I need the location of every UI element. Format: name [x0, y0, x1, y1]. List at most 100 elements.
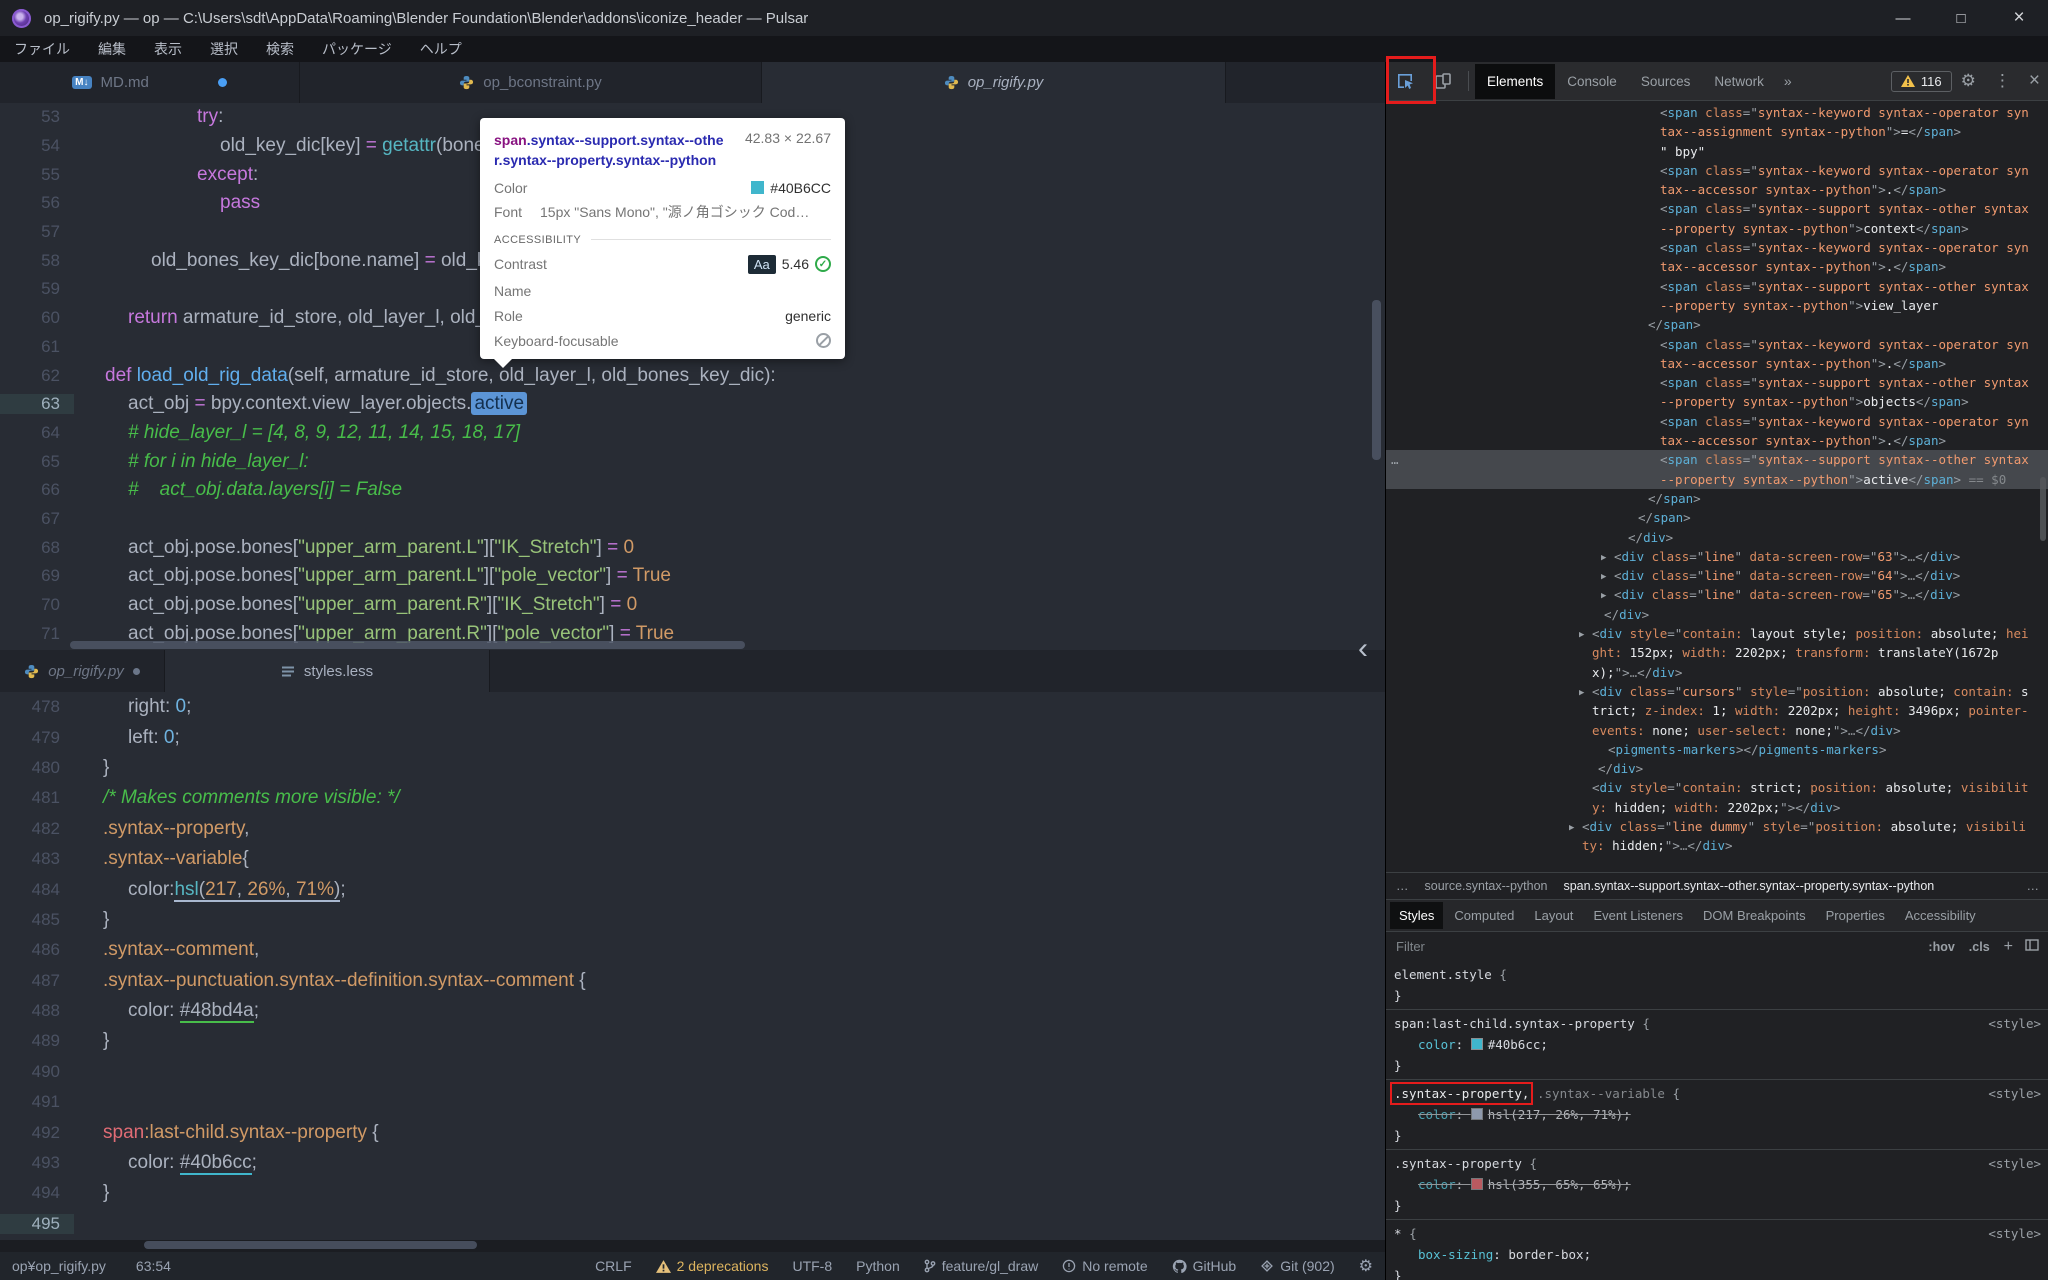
styles-tab-accessibility[interactable]: Accessibility [1896, 902, 1985, 929]
dom-tree-node[interactable]: </div> [1386, 528, 2048, 547]
code-line-63[interactable]: 63 act_obj = bpy.context.view_layer.objec… [0, 390, 1385, 419]
dom-tree-node[interactable]: … <span class="syntax--support syntax--ot… [1386, 450, 2048, 489]
tab-op_rigify.py[interactable]: op_rigify.py [0, 650, 165, 692]
devtools-kebab-menu-icon[interactable]: ⋮ [1985, 71, 2020, 91]
code-line-479[interactable]: 479 left: 0; [0, 722, 1385, 752]
styles-tab-computed[interactable]: Computed [1445, 902, 1523, 929]
code-line-489[interactable]: 489} [0, 1026, 1385, 1056]
css-property[interactable]: box-sizing: border-box; [1394, 1244, 2041, 1265]
issues-badge[interactable]: 116 [1890, 70, 1952, 92]
status-item-gear[interactable]: ⚙ [1359, 1256, 1373, 1276]
devtools-scrollbar[interactable] [2040, 477, 2046, 541]
devtools-settings-gear-icon[interactable]: ⚙ [1952, 71, 1985, 91]
code-line-66[interactable]: 66 # act_obj.data.layers[i] = False [0, 476, 1385, 505]
dom-tree-node[interactable]: ▶ <div class="cursors" style="position: a… [1386, 682, 2048, 740]
more-tabs-chevron[interactable]: » [1784, 73, 1792, 89]
computed-sidebar-toggle-icon[interactable] [2025, 939, 2039, 954]
code-line-490[interactable]: 490 [0, 1057, 1385, 1087]
status-cursor-position[interactable]: 63:54 [136, 1258, 171, 1274]
devtools-tab-console[interactable]: Console [1555, 64, 1629, 99]
status-item-utf-8[interactable]: UTF-8 [792, 1258, 832, 1274]
tab-op_bconstraint.py[interactable]: op_bconstraint.py [300, 62, 762, 103]
code-line-491[interactable]: 491 [0, 1087, 1385, 1117]
code-line-493[interactable]: 493 color: #40b6cc; [0, 1148, 1385, 1178]
styles-tab-event-listeners[interactable]: Event Listeners [1584, 902, 1692, 929]
tab-MD.md[interactable]: M↓ MD.md [0, 62, 300, 103]
expand-arrow-icon[interactable]: ▶ [1579, 684, 1584, 703]
expand-arrow-icon[interactable]: ▶ [1569, 819, 1574, 838]
new-style-rule-button[interactable]: + [2004, 938, 2013, 956]
expand-arrow-icon[interactable]: ▶ [1579, 626, 1584, 645]
devtools-tab-elements[interactable]: Elements [1475, 63, 1556, 99]
menu-item[interactable]: ヘルプ [406, 36, 476, 62]
styles-tab-dom-breakpoints[interactable]: DOM Breakpoints [1694, 902, 1815, 929]
menu-item[interactable]: 検索 [252, 36, 308, 62]
dom-tree-node[interactable]: <span class="syntax--keyword syntax--ope… [1386, 335, 2048, 374]
css-property[interactable]: color: #40b6cc; [1394, 1034, 2041, 1055]
code-line-483[interactable]: 483 .syntax--variable{ [0, 844, 1385, 874]
css-rule[interactable]: .syntax--property, .syntax--variable {<s… [1386, 1080, 2048, 1150]
code-line-69[interactable]: 69 act_obj.pose.bones["upper_arm_parent.L… [0, 562, 1385, 591]
breadcrumb-selected[interactable]: span.syntax--support.syntax--other.synta… [1563, 879, 1934, 893]
code-line-487[interactable]: 487 .syntax--punctuation.syntax--definiti… [0, 966, 1385, 996]
code-line-484[interactable]: 484 color:hsl(217, 26%, 71%); [0, 874, 1385, 904]
menu-item[interactable]: 編集 [84, 36, 140, 62]
tab-styles.less[interactable]: styles.less [165, 650, 490, 692]
code-line-64[interactable]: 64 # hide_layer_l = [4, 8, 9, 12, 11, 14,… [0, 419, 1385, 448]
code-line-67[interactable]: 67 [0, 505, 1385, 534]
css-rule[interactable]: .syntax--property {<style> color: hsl(355… [1386, 1150, 2048, 1220]
code-line-486[interactable]: 486 .syntax--comment, [0, 935, 1385, 965]
style-source-link[interactable]: <style> [1988, 1153, 2041, 1174]
bottom-code-editor[interactable]: 478 right: 0; 479 left: 0; 480} 481 /* Makes c… [0, 692, 1385, 1240]
dom-tree-node[interactable]: ▶ <div class="line dummy" style="position… [1386, 817, 2048, 856]
dom-tree-node[interactable]: </span> [1386, 315, 2048, 334]
styles-tab-properties[interactable]: Properties [1817, 902, 1894, 929]
css-property[interactable]: color: hsl(355, 65%, 65%); [1394, 1174, 2041, 1195]
menu-item[interactable]: 表示 [140, 36, 196, 62]
maximize-button[interactable]: □ [1932, 0, 1990, 36]
top-editor-vscrollbar[interactable] [1372, 300, 1381, 460]
color-swatch[interactable] [1470, 1108, 1483, 1120]
status-item-git-902-[interactable]: Git (902) [1260, 1258, 1335, 1274]
css-property[interactable]: color: hsl(217, 26%, 71%); [1394, 1104, 2041, 1125]
style-source-link[interactable]: <style> [1988, 1223, 2041, 1244]
dom-tree-node[interactable]: <pigments-markers></pigments-markers> [1386, 740, 2048, 759]
color-swatch[interactable] [1470, 1178, 1483, 1190]
dom-tree-node[interactable]: <span class="syntax--support syntax--oth… [1386, 199, 2048, 238]
code-line-492[interactable]: 492 span:last-child.syntax--property { [0, 1117, 1385, 1147]
breadcrumb-more-right[interactable]: … [2027, 879, 2040, 893]
dom-tree-node[interactable]: </span> [1386, 489, 2048, 508]
code-line-70[interactable]: 70 act_obj.pose.bones["upper_arm_parent.R… [0, 591, 1385, 620]
dom-tree-node[interactable]: <span class="syntax--keyword syntax--ope… [1386, 238, 2048, 277]
status-item-python[interactable]: Python [856, 1258, 900, 1274]
top-editor-hscrollbar[interactable] [70, 641, 745, 649]
code-line-68[interactable]: 68 act_obj.pose.bones["upper_arm_parent.L… [0, 533, 1385, 562]
styles-tab-styles[interactable]: Styles [1390, 902, 1444, 929]
color-swatch[interactable] [1470, 1038, 1483, 1050]
code-line-478[interactable]: 478 right: 0; [0, 692, 1385, 722]
styles-filter-input[interactable]: Filter [1396, 939, 1425, 954]
dom-tree-node[interactable]: <span class="syntax--support syntax--oth… [1386, 277, 2048, 316]
breadcrumb-more-left[interactable]: … [1396, 879, 1409, 893]
status-item-2-deprecations[interactable]: 2 deprecations [655, 1258, 768, 1274]
devtools-close-icon[interactable]: × [2020, 70, 2048, 92]
code-line-481[interactable]: 481 /* Makes comments more visible: */ [0, 783, 1385, 813]
status-item-no-remote[interactable]: No remote [1062, 1258, 1148, 1274]
status-item-feature-gl-draw[interactable]: feature/gl_draw [924, 1258, 1038, 1274]
devtools-tab-sources[interactable]: Sources [1629, 64, 1703, 99]
style-source-link[interactable]: <style> [1988, 1083, 2041, 1104]
code-line-485[interactable]: 485} [0, 905, 1385, 935]
status-item-crlf[interactable]: CRLF [595, 1258, 632, 1274]
toggle-hover-state-button[interactable]: :hov [1928, 940, 1954, 954]
code-line-488[interactable]: 488 color: #48bd4a; [0, 996, 1385, 1026]
dom-tree-node[interactable]: ▶ <div class="line" data-screen-row="65">… [1386, 585, 2048, 604]
code-line-62[interactable]: 62 def load_old_rig_data(self, armature_i… [0, 361, 1385, 390]
menu-item[interactable]: 選択 [196, 36, 252, 62]
style-source-link[interactable]: <style> [1988, 1013, 2041, 1034]
dom-tree-node[interactable]: </div> [1386, 605, 2048, 624]
dom-tree-node[interactable]: " bpy" [1386, 142, 2048, 161]
styles-tab-layout[interactable]: Layout [1525, 902, 1582, 929]
dom-tree-node[interactable]: </span> [1386, 508, 2048, 527]
dom-tree-node[interactable]: <span class="syntax--keyword syntax--ope… [1386, 103, 2048, 142]
code-line-495[interactable]: 495 [0, 1209, 1385, 1239]
